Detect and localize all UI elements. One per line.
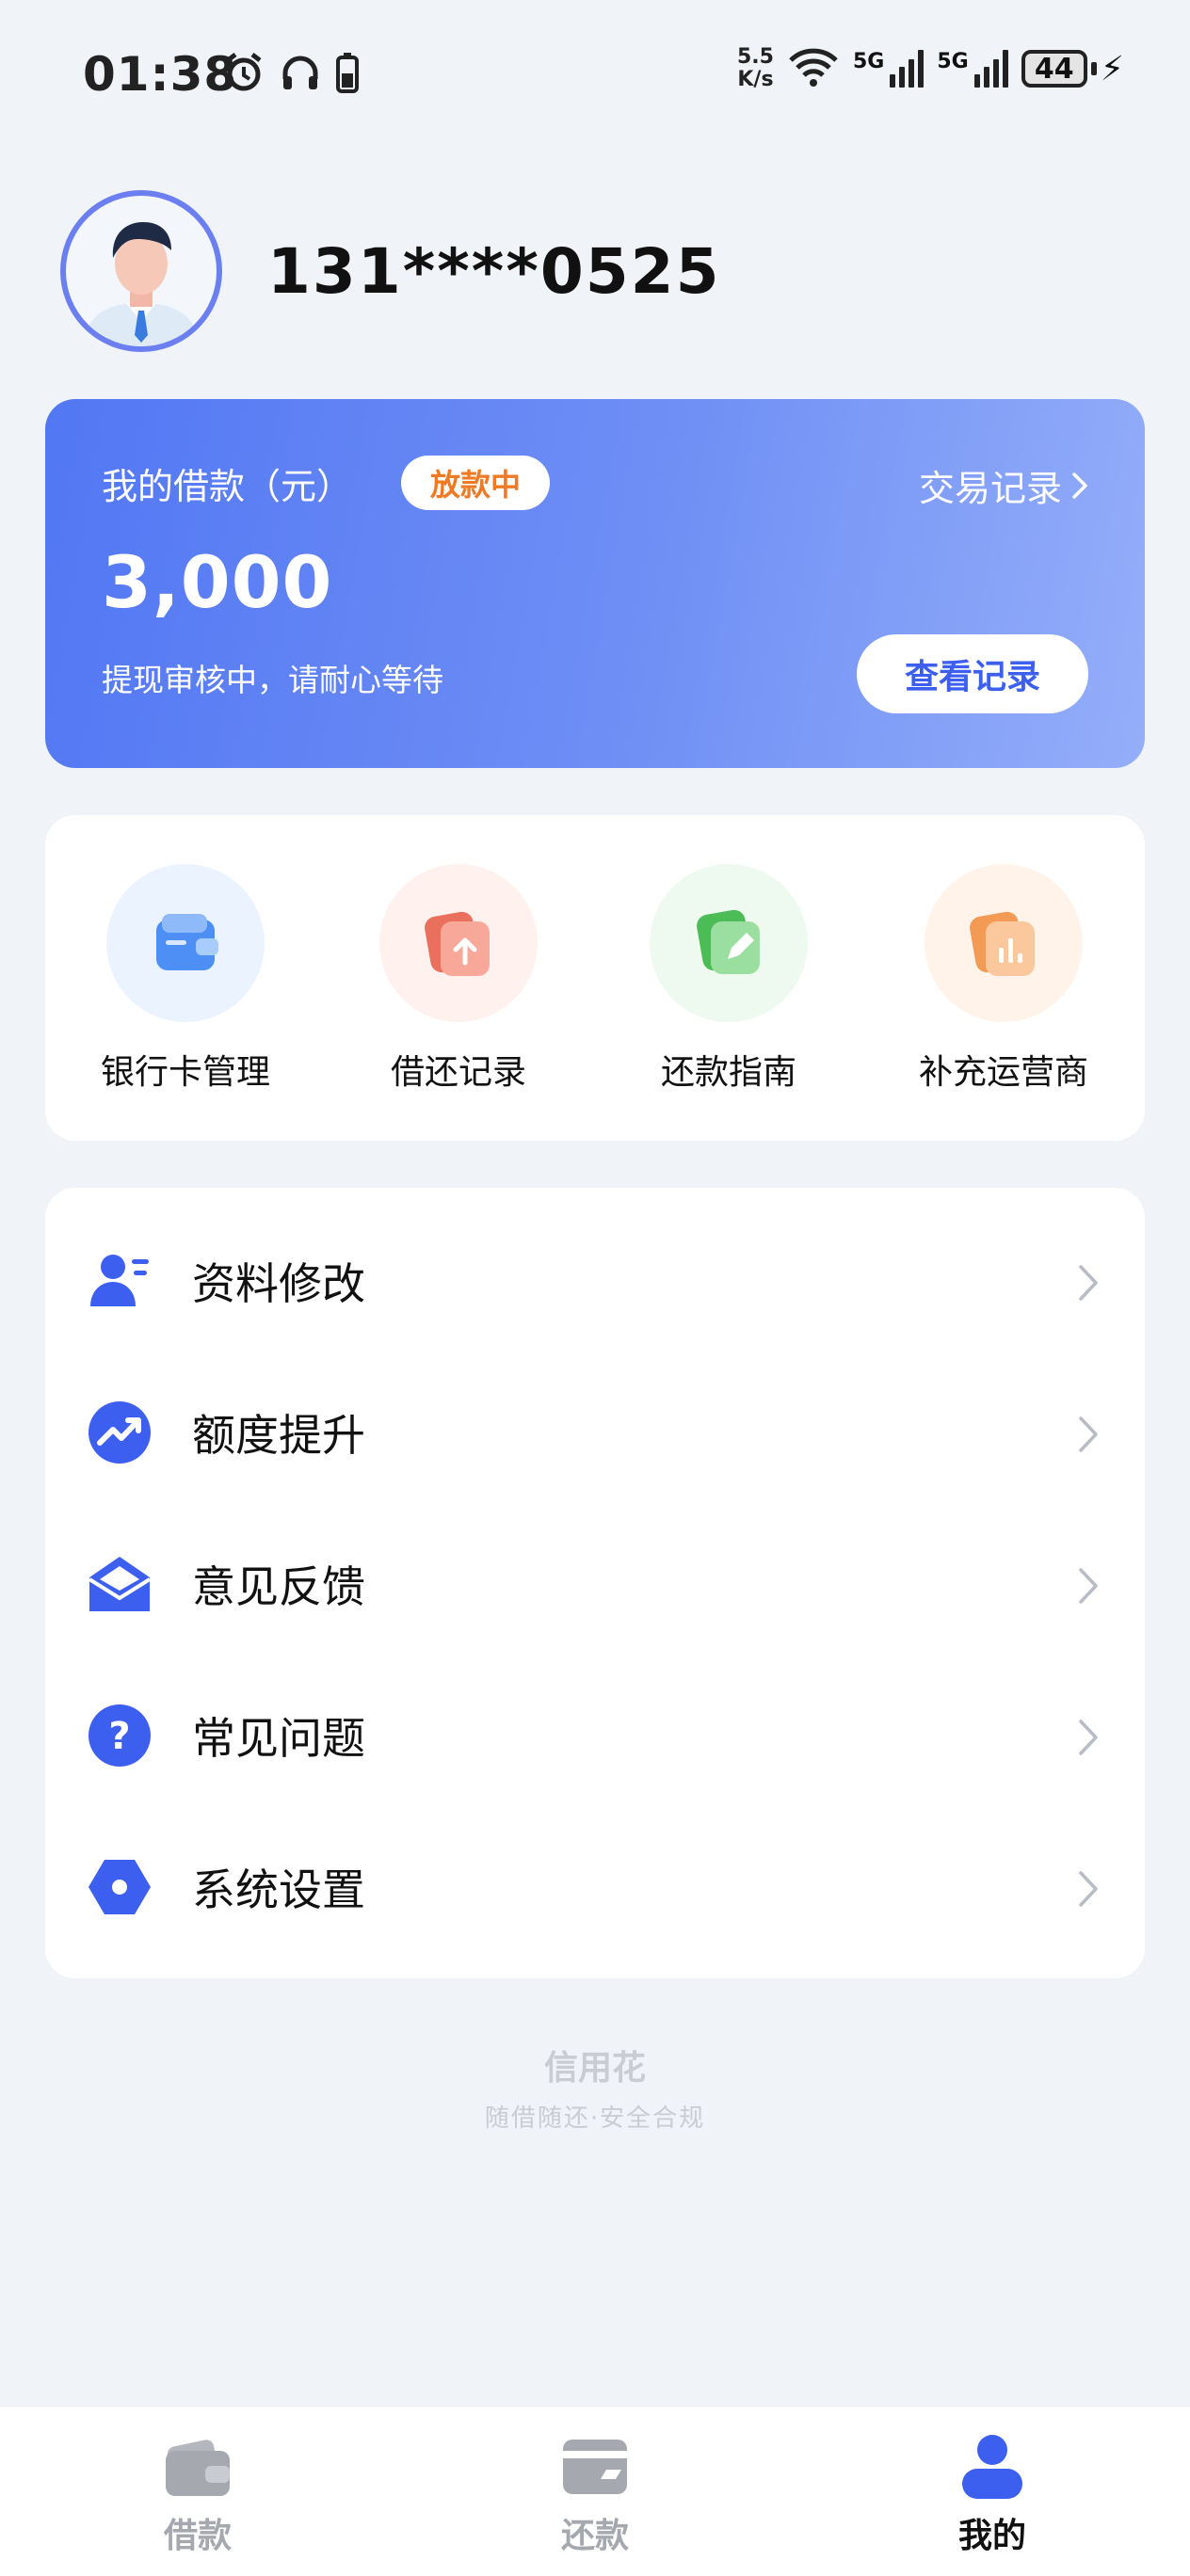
svg-text:?: ?	[108, 1715, 130, 1758]
signal-sim2: 5G	[937, 50, 1008, 88]
quick-action-bank-card[interactable]: 银行卡管理	[72, 864, 298, 1094]
wifi-icon	[787, 45, 840, 92]
battery-indicator: 44 ⚡	[1021, 50, 1124, 88]
quick-action-loan-records[interactable]: 借还记录	[346, 864, 571, 1094]
quick-action-label: 借还记录	[390, 1053, 526, 1092]
chevron-right-icon	[1079, 1871, 1098, 1907]
avatar[interactable]	[60, 190, 222, 352]
quick-action-label: 银行卡管理	[100, 1053, 270, 1092]
settings-hex-icon	[87, 1854, 153, 1920]
menu-item-profile-edit[interactable]: 资料修改	[45, 1203, 1145, 1353]
brand-name: 信用花	[543, 2049, 646, 2088]
person-icon	[955, 2429, 1030, 2504]
chevron-right-icon	[1079, 1720, 1098, 1755]
status-time: 01:38	[83, 47, 238, 102]
tab-label: 借款	[163, 2517, 232, 2555]
battery-level: 44	[1021, 50, 1087, 88]
loan-amount: 3,000	[102, 540, 333, 624]
view-records-button[interactable]: 查看记录	[857, 634, 1088, 713]
loan-title: 我的借款（元）	[102, 466, 353, 507]
net-speed: 5.5 K/s	[737, 46, 774, 91]
wallet-icon	[160, 2429, 235, 2504]
status-left-icons	[222, 51, 360, 98]
chevron-right-icon	[1079, 1416, 1098, 1452]
loan-status-text: 提现审核中，请耐心等待	[102, 662, 443, 698]
tab-repay[interactable]: 还款	[501, 2429, 689, 2557]
menu-item-label: 意见反馈	[192, 1561, 365, 1612]
loan-card: 我的借款（元） 放款中 交易记录 3,000 提现审核中，请耐心等待 查看记录	[45, 399, 1145, 768]
tab-mine[interactable]: 我的	[898, 2429, 1086, 2557]
menu-item-label: 额度提升	[192, 1410, 365, 1461]
loan-status-badge: 放款中	[401, 456, 550, 510]
user-profile-icon	[87, 1248, 153, 1314]
edit-icon	[650, 864, 808, 1022]
sim1-label: 5G	[852, 50, 885, 73]
trend-up-icon	[87, 1400, 153, 1465]
chevron-right-icon	[1072, 472, 1087, 499]
tab-label: 我的	[957, 2517, 1026, 2555]
question-icon: ?	[87, 1703, 153, 1768]
status-right-icons: 5.5 K/s 5G 5G 44 ⚡	[737, 45, 1124, 92]
menu-item-feedback[interactable]: 意见反馈	[45, 1506, 1145, 1656]
net-speed-unit: K/s	[737, 68, 774, 91]
upload-icon	[379, 864, 538, 1022]
quick-actions-panel: 银行卡管理 借还记录 还款指南 补充运营商	[45, 815, 1145, 1141]
sim2-label: 5G	[937, 50, 969, 73]
chevron-right-icon	[1079, 1265, 1098, 1301]
quick-action-repay-guide[interactable]: 还款指南	[616, 864, 842, 1094]
transactions-link[interactable]: 交易记录	[919, 459, 1090, 511]
card-icon	[557, 2429, 633, 2504]
menu-item-label: 系统设置	[192, 1864, 365, 1915]
avatar-man-icon	[83, 222, 200, 346]
menu-item-credit-increase[interactable]: 额度提升	[45, 1354, 1145, 1505]
wallet-icon	[106, 864, 265, 1022]
signal-sim1: 5G	[852, 50, 925, 88]
menu-item-faq[interactable]: ? 常见问题	[45, 1657, 1145, 1808]
brand-slogan: 随借随还·安全合规	[484, 2104, 706, 2133]
tab-label: 还款	[560, 2517, 629, 2555]
alarm-icon	[222, 51, 265, 98]
net-speed-value: 5.5	[736, 45, 774, 69]
bottom-tab-bar: 借款 还款 我的	[0, 2406, 1190, 2576]
device-battery-icon	[335, 51, 360, 98]
tab-borrow[interactable]: 借款	[104, 2429, 292, 2557]
mail-open-icon	[87, 1551, 153, 1617]
headphones-icon	[279, 51, 322, 98]
quick-action-label: 补充运营商	[918, 1053, 1088, 1092]
chevron-right-icon	[1079, 1568, 1098, 1604]
menu-item-label: 常见问题	[192, 1713, 365, 1764]
status-bar: 01:38 5.5 K/s 5G 5G 44 ⚡	[0, 0, 1190, 151]
quick-action-carrier[interactable]: 补充运营商	[891, 864, 1117, 1094]
menu-item-label: 资料修改	[192, 1258, 365, 1309]
settings-menu: 资料修改 额度提升 意见反馈 ? 常见问题 系统设置	[45, 1188, 1145, 1978]
quick-action-label: 还款指南	[660, 1053, 796, 1092]
transactions-link-label: 交易记录	[918, 468, 1062, 509]
chart-icon	[925, 864, 1083, 1022]
menu-item-settings[interactable]: 系统设置	[45, 1809, 1145, 1960]
charging-bolt-icon: ⚡	[1100, 49, 1124, 88]
user-phone: 131****0525	[267, 235, 721, 308]
